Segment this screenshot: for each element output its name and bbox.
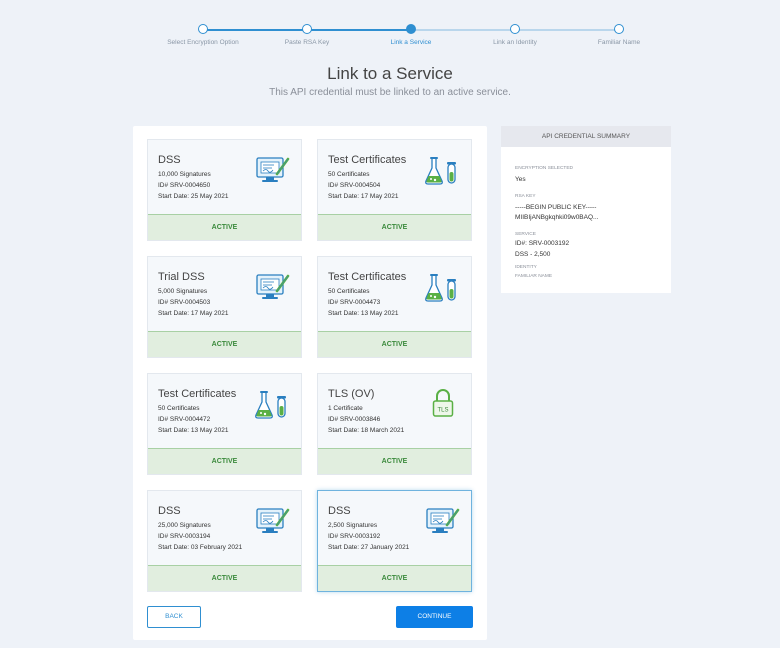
step-label: Familiar Name [597,39,641,46]
service-card[interactable]: DSS 10,000 Signatures ID# SRV-0004650 Start… [147,139,302,241]
step-familiar-name[interactable]: Familiar Name [564,24,674,46]
svg-text:TLS: TLS [437,408,448,414]
service-card[interactable]: DSS 25,000 Signatures ID# SRV-0003194 Start… [147,490,302,592]
service-quantity: 5,000 Signatures [158,288,208,295]
service-id: ID# SRV-0004650 [158,182,211,189]
service-selection-panel: DSS 10,000 Signatures ID# SRV-0004650 Start… [133,126,487,640]
status-badge: ACTIVE [318,565,471,591]
service-card[interactable]: Test Certificates 50 Certificates ID# SRV-… [317,139,472,241]
service-card[interactable]: TLS (OV) 1 Certificate ID# SRV-0003846 Star… [317,373,472,475]
page-title: Link to a Service [327,64,453,83]
service-quantity: 50 Certificates [328,288,370,295]
step-select-encryption[interactable]: Select Encryption Option [148,24,258,46]
back-button[interactable]: BACK [147,606,201,628]
step-dot [614,24,624,34]
continue-button[interactable]: CONTINUE [396,606,473,628]
service-id: ID# SRV-0004503 [158,299,211,306]
step-label: Paste RSA Key [284,39,330,46]
service-detail: DSS - 2,500 [515,251,551,258]
status-badge: ACTIVE [148,565,301,591]
service-quantity: 2,500 Signatures [328,522,378,529]
service-name: TLS (OV) [328,388,375,400]
service-id: ID# SRV-0004472 [158,416,211,423]
step-label: Link an Identity [493,39,537,46]
service-start-date: Start Date: 25 May 2021 [158,193,229,200]
identity-label: IDENTITY [515,265,537,270]
service-card[interactable]: Test Certificates 50 Certificates ID# SRV-… [147,373,302,475]
service-id: ID# SRV-0003192 [328,533,381,540]
status-badge: ACTIVE [318,448,471,474]
service-id: ID# SRV-0004473 [328,299,381,306]
service-quantity: 10,000 Signatures [158,171,211,178]
rsa-key-line-2: MIIBIjANBgkqhki09w0BAQ... [515,214,599,221]
progress-stepper: Select Encryption Option Paste RSA Key L… [0,0,780,60]
lab-flask-icon [255,388,291,420]
signature-document-icon [255,154,291,186]
service-quantity: 25,000 Signatures [158,522,211,529]
service-start-date: Start Date: 13 May 2021 [158,427,229,434]
encryption-value: Yes [515,176,526,183]
service-quantity: 50 Certificates [158,405,200,412]
step-paste-rsa-key[interactable]: Paste RSA Key [252,24,362,46]
summary-title: API CREDENTIAL SUMMARY [501,126,671,147]
service-name: Trial DSS [158,271,205,283]
rsa-key-line-1: -----BEGIN PUBLIC KEY----- [515,204,597,211]
service-name: DSS [158,154,181,166]
step-link-service[interactable]: Link a Service [356,24,466,46]
service-name: DSS [158,505,181,517]
service-start-date: Start Date: 03 February 2021 [158,544,243,551]
service-name: DSS [328,505,351,517]
service-name: Test Certificates [158,388,237,400]
page-subtitle: This API credential must be linked to an… [269,87,511,98]
familiar-name-label: FAMILIAR NAME [515,274,553,279]
step-link-identity[interactable]: Link an Identity [460,24,570,46]
step-label: Link a Service [390,39,432,46]
service-card[interactable]: Test Certificates 50 Certificates ID# SRV-… [317,256,472,358]
service-name: Test Certificates [328,271,407,283]
rsa-key-label: RSA KEY [515,194,536,199]
service-id: ID# SRV-0003846 [328,416,381,423]
lab-flask-icon [425,271,461,303]
api-credential-summary: API CREDENTIAL SUMMARY ENCRYPTION SELECT… [501,126,671,293]
status-badge: ACTIVE [318,214,471,240]
service-quantity: 50 Certificates [328,171,370,178]
service-id: ID# SRV-0003194 [158,533,211,540]
service-card[interactable]: Trial DSS 5,000 Signatures ID# SRV-0004503… [147,256,302,358]
status-badge: ACTIVE [148,448,301,474]
lab-flask-icon [425,154,461,186]
step-dot [198,24,208,34]
service-id: ID# SRV-0004504 [328,182,381,189]
service-start-date: Start Date: 17 May 2021 [158,310,229,317]
signature-document-icon [255,505,291,537]
step-dot [302,24,312,34]
service-name: Test Certificates [328,154,407,166]
service-start-date: Start Date: 18 March 2021 [328,427,405,434]
service-quantity: 1 Certificate [328,405,363,412]
service-start-date: Start Date: 27 January 2021 [328,544,410,551]
service-label: SERVICE [515,232,536,237]
signature-document-icon [425,505,461,537]
service-start-date: Start Date: 17 May 2021 [328,193,399,200]
status-badge: ACTIVE [318,331,471,357]
service-card[interactable]: DSS 2,500 Signatures ID# SRV-0003192 Start … [317,490,472,592]
step-label: Select Encryption Option [167,39,239,46]
tls-lock-icon: TLS [425,388,461,420]
encryption-label: ENCRYPTION SELECTED [515,166,574,171]
status-badge: ACTIVE [148,214,301,240]
service-id: ID#: SRV-0003192 [515,240,570,247]
service-start-date: Start Date: 13 May 2021 [328,310,399,317]
status-badge: ACTIVE [148,331,301,357]
signature-document-icon [255,271,291,303]
step-dot [510,24,520,34]
step-dot [406,24,416,34]
